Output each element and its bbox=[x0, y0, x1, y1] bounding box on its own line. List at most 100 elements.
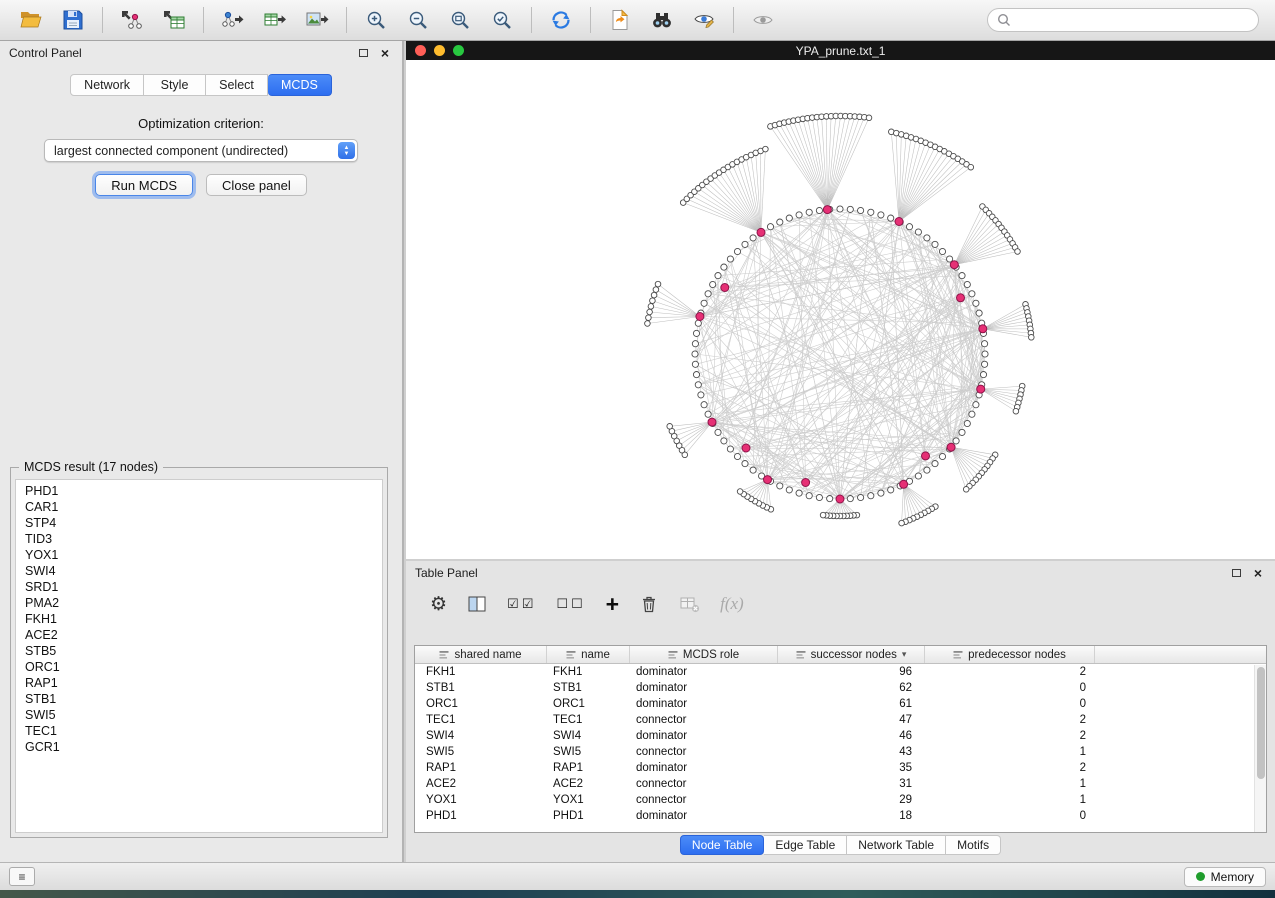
open-file-button[interactable] bbox=[10, 3, 52, 37]
export-network-button[interactable] bbox=[212, 3, 254, 37]
network-window: YPA_prune.txt_1 bbox=[406, 41, 1275, 559]
column-selector-icon[interactable] bbox=[467, 594, 487, 614]
scrollbar-thumb[interactable] bbox=[1257, 667, 1265, 779]
control-panel-header: Control Panel × bbox=[0, 41, 402, 64]
zoom-out-button[interactable] bbox=[397, 3, 439, 37]
share-document-button[interactable] bbox=[599, 3, 641, 37]
mcds-result-item[interactable]: SWI5 bbox=[25, 707, 382, 723]
mcds-result-list[interactable]: PHD1CAR1STP4TID3YOX1SWI4SRD1PMA2FKH1ACE2… bbox=[15, 479, 383, 833]
mcds-result-item[interactable]: STB5 bbox=[25, 643, 382, 659]
network-canvas[interactable] bbox=[406, 60, 1275, 559]
memory-button[interactable]: Memory bbox=[1184, 867, 1266, 887]
column-attribute-icon bbox=[439, 650, 449, 660]
column-header-mcds-role[interactable]: MCDS role bbox=[630, 646, 778, 663]
table-row[interactable]: SWI5SWI5connector431 bbox=[415, 744, 1266, 760]
float-table-panel-button[interactable] bbox=[1228, 566, 1244, 580]
zoom-fit-icon bbox=[450, 10, 471, 31]
cell-name: SWI5 bbox=[547, 746, 630, 758]
mcds-result-item[interactable]: SRD1 bbox=[25, 579, 382, 595]
search-box[interactable] bbox=[987, 8, 1259, 32]
mcds-result-item[interactable]: STB1 bbox=[25, 691, 382, 707]
cell-predecessor-nodes: 2 bbox=[925, 762, 1095, 774]
tab-style[interactable]: Style bbox=[144, 74, 206, 96]
tab-select[interactable]: Select bbox=[206, 74, 268, 96]
add-column-icon[interactable]: + bbox=[606, 593, 619, 616]
mcds-result-item[interactable]: ORC1 bbox=[25, 659, 382, 675]
close-window-icon[interactable] bbox=[415, 45, 426, 56]
run-mcds-button[interactable]: Run MCDS bbox=[95, 174, 193, 196]
save-button[interactable] bbox=[52, 3, 94, 37]
table-row[interactable]: YOX1YOX1connector291 bbox=[415, 792, 1266, 808]
eye-pen-icon bbox=[693, 9, 716, 31]
table-row[interactable]: RAP1RAP1dominator352 bbox=[415, 760, 1266, 776]
cell-predecessor-nodes: 2 bbox=[925, 666, 1095, 678]
column-header-successor-nodes[interactable]: successor nodes▾ bbox=[778, 646, 925, 663]
deselect-all-icon[interactable]: ☐☐ bbox=[556, 596, 585, 612]
mcds-result-item[interactable]: FKH1 bbox=[25, 611, 382, 627]
control-panel: Control Panel × NetworkStyleSelectMCDS O… bbox=[0, 41, 404, 862]
cell-shared-name: TEC1 bbox=[415, 714, 547, 726]
close-table-panel-button[interactable]: × bbox=[1250, 566, 1266, 580]
tab-network[interactable]: Network bbox=[70, 74, 144, 96]
mcds-result-item[interactable]: CAR1 bbox=[25, 499, 382, 515]
minimize-window-icon[interactable] bbox=[434, 45, 445, 56]
float-panel-button[interactable] bbox=[355, 46, 371, 60]
close-panel-action-button[interactable]: Close panel bbox=[206, 174, 307, 196]
import-table-icon bbox=[162, 9, 186, 31]
refresh-button[interactable] bbox=[540, 3, 582, 37]
annotate-view-button[interactable] bbox=[683, 3, 725, 37]
table-row[interactable]: PHD1PHD1dominator180 bbox=[415, 808, 1266, 824]
mcds-result-item[interactable]: PHD1 bbox=[25, 483, 382, 499]
mcds-result-item[interactable]: ACE2 bbox=[25, 627, 382, 643]
zoom-window-icon[interactable] bbox=[453, 45, 464, 56]
table-scrollbar[interactable] bbox=[1254, 665, 1266, 832]
zoom-in-button[interactable] bbox=[355, 3, 397, 37]
criterion-select[interactable]: largest connected component (undirected)… bbox=[44, 139, 358, 162]
mcds-result-item[interactable]: TEC1 bbox=[25, 723, 382, 739]
search-input[interactable] bbox=[1017, 13, 1249, 27]
import-network-icon bbox=[120, 9, 144, 31]
table-row[interactable]: STB1STB1dominator620 bbox=[415, 680, 1266, 696]
tab-network-table[interactable]: Network Table bbox=[847, 835, 946, 855]
desktop-background-strip bbox=[0, 890, 1275, 898]
tab-mcds[interactable]: MCDS bbox=[268, 74, 332, 96]
mcds-result-item[interactable]: TID3 bbox=[25, 531, 382, 547]
table-row[interactable]: ACE2ACE2connector311 bbox=[415, 776, 1266, 792]
tab-edge-table[interactable]: Edge Table bbox=[764, 835, 847, 855]
import-network-button[interactable] bbox=[111, 3, 153, 37]
table-row[interactable]: SWI4SWI4dominator462 bbox=[415, 728, 1266, 744]
export-image-button[interactable] bbox=[296, 3, 338, 37]
mcds-result-item[interactable]: STP4 bbox=[25, 515, 382, 531]
column-header-shared-name[interactable]: shared name bbox=[415, 646, 547, 663]
table-row[interactable]: ORC1ORC1dominator610 bbox=[415, 696, 1266, 712]
table-row[interactable]: FKH1FKH1dominator962 bbox=[415, 664, 1266, 680]
mcds-result-item[interactable]: SWI4 bbox=[25, 563, 382, 579]
table-row[interactable]: TEC1TEC1connector472 bbox=[415, 712, 1266, 728]
task-history-button[interactable]: ≡ bbox=[9, 867, 35, 886]
mcds-result-item[interactable]: PMA2 bbox=[25, 595, 382, 611]
zoom-fit-button[interactable] bbox=[439, 3, 481, 37]
mcds-result-item[interactable]: RAP1 bbox=[25, 675, 382, 691]
tab-node-table[interactable]: Node Table bbox=[680, 835, 765, 855]
select-all-icon[interactable]: ☑☑ bbox=[507, 596, 536, 612]
mcds-result-item[interactable]: YOX1 bbox=[25, 547, 382, 563]
toggle-visibility-button[interactable] bbox=[742, 3, 784, 37]
network-graph[interactable] bbox=[406, 60, 1275, 559]
table-body: FKH1FKH1dominator962STB1STB1dominator620… bbox=[415, 664, 1266, 824]
zoom-selected-button[interactable] bbox=[481, 3, 523, 37]
eye-icon bbox=[752, 9, 774, 31]
import-table-button[interactable] bbox=[153, 3, 195, 37]
network-window-titlebar[interactable]: YPA_prune.txt_1 bbox=[406, 41, 1275, 60]
tab-motifs[interactable]: Motifs bbox=[946, 835, 1001, 855]
close-panel-button[interactable]: × bbox=[377, 46, 393, 60]
table-settings-gear-icon[interactable]: ⚙ bbox=[430, 593, 447, 616]
delete-column-icon[interactable] bbox=[639, 594, 659, 614]
mcds-result-item[interactable]: GCR1 bbox=[25, 739, 382, 755]
search-network-button[interactable] bbox=[641, 3, 683, 37]
column-header-name[interactable]: name bbox=[547, 646, 630, 663]
function-builder-icon[interactable]: f(x) bbox=[720, 594, 744, 614]
export-table-button[interactable] bbox=[254, 3, 296, 37]
delete-table-icon[interactable] bbox=[679, 594, 700, 614]
cell-name: PHD1 bbox=[547, 810, 630, 822]
column-header-predecessor-nodes[interactable]: predecessor nodes bbox=[925, 646, 1095, 663]
